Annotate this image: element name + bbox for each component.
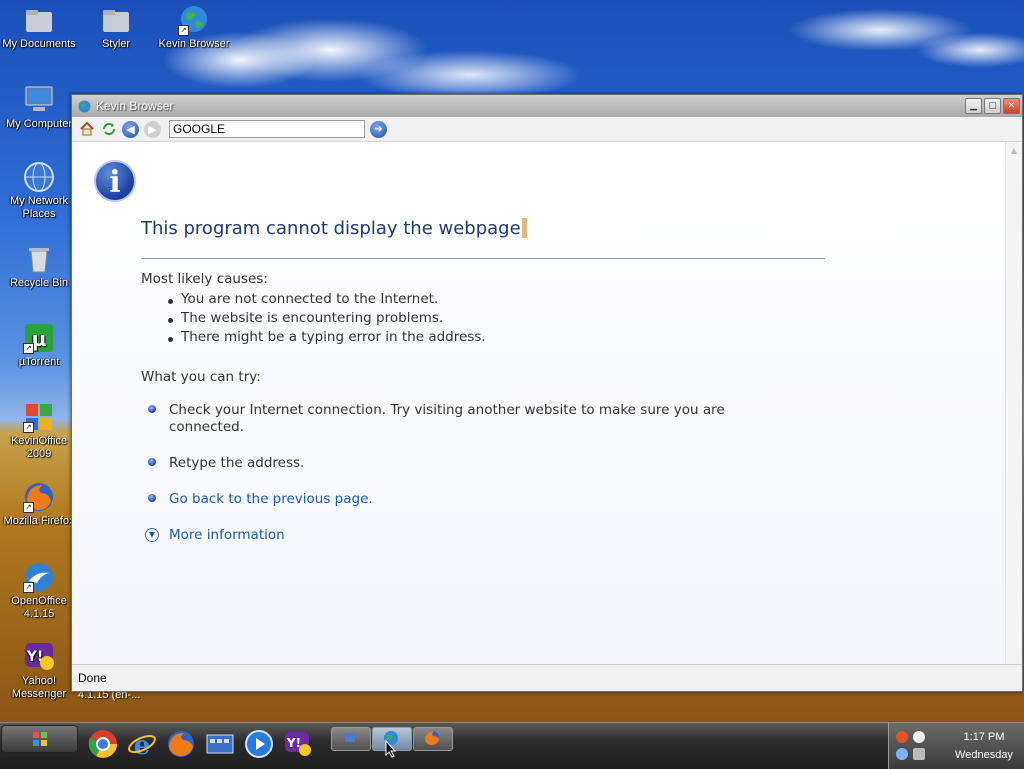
vertical-scrollbar[interactable]: ▲ [1005,142,1022,664]
clock-day[interactable]: Wednesday [949,749,1019,761]
tray-app-icon[interactable] [896,731,908,743]
windows-logo-icon [33,732,47,746]
firefox-icon: ↗ [23,481,55,513]
desktop-icon-utorrent[interactable]: µ ↗ µTorrent [1,322,77,369]
media-player-icon[interactable] [244,729,274,759]
try-item: Retype the address. [169,455,305,471]
close-button[interactable]: ✕ [1003,98,1020,114]
cause-item: There might be a typing error in the add… [181,329,486,345]
taskbar-window-button[interactable] [331,727,371,751]
browser-globe-icon [78,100,91,112]
svg-text:Y!: Y! [286,736,301,750]
text-cursor [521,218,527,238]
utorrent-icon: µ ↗ [23,322,55,354]
go-arrow-icon[interactable]: ➜ [370,120,387,138]
mouse-pointer-icon [385,740,397,758]
taskbar-firefox-button[interactable] [413,727,453,751]
desktop-icon-my-computer[interactable]: My Computer [1,84,77,131]
try-heading: What you can try: [141,369,261,385]
shortcut-arrow-icon: ↗ [23,582,34,593]
desktop-icon-openoffice[interactable]: ↗ OpenOffice 4.1.15 [1,561,77,621]
yahoo-messenger-icon[interactable]: Y! [283,729,313,759]
refresh-icon[interactable] [100,121,117,138]
tray-chat-icon[interactable] [913,731,925,743]
internet-explorer-icon[interactable]: e [127,729,157,761]
shortcut-arrow-icon: ↗ [23,502,34,513]
network-icon[interactable] [896,748,908,760]
try-item: Check your Internet connection. Try visi… [169,402,725,435]
blue-bullet-icon [148,494,156,502]
bullet [168,299,173,304]
folder-icon [100,4,132,36]
browser-window[interactable]: Kevin Browser ▁ ▢ ✕ ◀ ▶ ➜ i This program… [71,94,1023,692]
firefox-icon [425,731,439,745]
taskbar: e Y! 1:17 PM Wednesday [0,722,1024,769]
forward-arrow-icon[interactable]: ▶ [144,120,161,138]
bullet [168,318,173,323]
page-content: i This program cannot display the webpag… [72,142,1005,664]
openoffice-icon: ↗ [23,561,55,593]
desktop-icon-my-network-places[interactable]: My Network Places [1,161,77,221]
desktop-icon-mozilla-firefox[interactable]: ↗ Mozilla Firefox [1,481,77,528]
scroll-up-icon[interactable]: ▲ [1007,144,1021,158]
clock-time[interactable]: 1:17 PM [949,731,1019,743]
desktop-icon-recycle-bin[interactable]: Recycle Bin [1,243,77,290]
bullet [168,337,173,342]
divider [141,258,825,259]
desktop-icon-yahoo-messenger[interactable]: Y! Yahoo! Messenger [1,641,77,701]
status-bar: Done [72,664,1022,691]
title-bar[interactable]: Kevin Browser ▁ ▢ ✕ [72,95,1022,117]
desktop-icon-styler[interactable]: Styler [78,4,154,51]
computer-icon [23,84,55,116]
info-icon: i [94,160,136,202]
chrome-icon[interactable] [88,729,118,759]
office-icon: ↗ [23,401,55,433]
go-back-link[interactable]: Go back to the previous page. [169,491,373,507]
home-icon[interactable] [78,121,95,138]
cause-item: You are not connected to the Internet. [181,291,439,307]
desktop-icon-kevinoffice[interactable]: ↗ KevinOffice 2009 [1,401,77,461]
shortcut-arrow-icon: ↗ [23,343,34,354]
status-text: Done [78,671,107,685]
browser-toolbar: ◀ ▶ ➜ [72,117,1022,142]
blue-bullet-icon [148,458,156,466]
back-arrow-icon[interactable]: ◀ [122,120,139,138]
yahoo-messenger-icon: Y! [23,641,55,673]
globe-icon: ↗ [178,4,210,36]
network-globe-icon [23,161,55,193]
minimize-button[interactable]: ▁ [965,98,982,114]
more-information-link[interactable]: More information [169,527,285,543]
shortcut-arrow-icon: ↗ [178,25,189,36]
volume-icon[interactable] [913,748,925,760]
shortcut-arrow-icon: ↗ [23,422,34,433]
error-title-wrap: This program cannot display the webpage [141,218,527,239]
window-title: Kevin Browser [96,99,174,113]
firefox-icon[interactable] [166,729,196,759]
causes-heading: Most likely causes: [141,271,268,287]
documents-folder-icon [23,4,55,36]
expand-chevron-icon[interactable]: ▼ [145,528,159,542]
desktop-icon-my-documents[interactable]: My Documents [1,4,77,51]
maximize-button[interactable]: ▢ [984,98,1001,114]
system-tray: 1:17 PM Wednesday [888,723,1024,769]
recycle-bin-icon [23,243,55,275]
blue-bullet-icon [148,405,156,413]
desktop-icon-kevin-browser[interactable]: ↗ Kevin Browser [156,4,232,51]
window-switcher-icon[interactable] [205,729,235,759]
start-button[interactable] [1,725,78,753]
cause-item: The website is encountering problems. [181,310,444,326]
error-title: This program cannot display the webpage [141,218,521,239]
address-bar[interactable] [169,120,365,138]
